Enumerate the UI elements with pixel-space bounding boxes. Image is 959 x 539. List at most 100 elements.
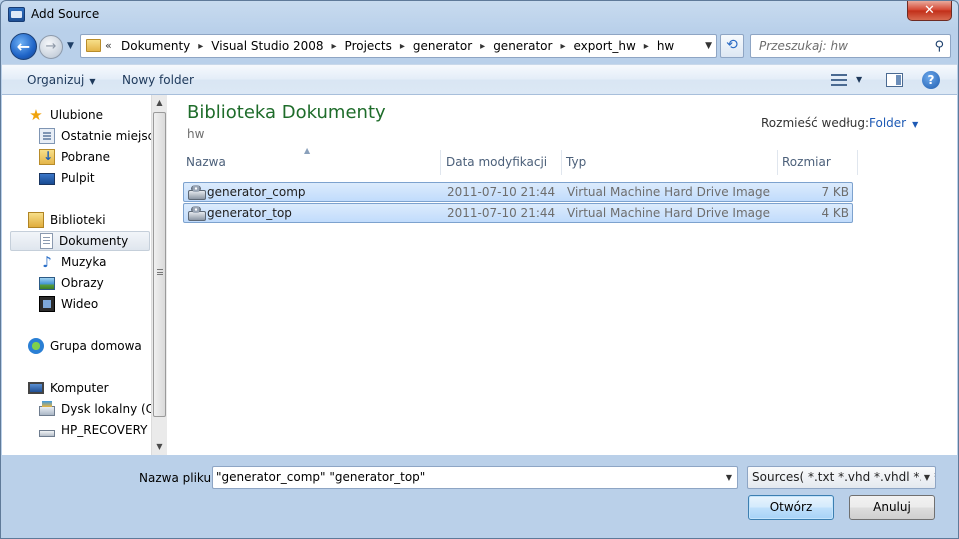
chevron-right-icon[interactable]: ▸ [560, 39, 565, 54]
libraries-icon [28, 212, 44, 228]
organize-button[interactable]: Organizuj ▼ [27, 73, 95, 87]
recovery-drive-icon [39, 429, 55, 437]
sidebar-item-favorites[interactable]: ★ Ulubione [28, 105, 103, 125]
chevron-down-icon: ▼ [89, 77, 96, 86]
sidebar-item-pictures[interactable]: Obrazy [39, 273, 104, 293]
sidebar-item-local-disk[interactable]: Dysk lokalny (C:) [39, 399, 163, 419]
downloads-icon [39, 149, 55, 165]
scroll-up-icon[interactable]: ▲ [152, 95, 167, 111]
address-dropdown-icon[interactable]: ▼ [705, 41, 712, 51]
sidebar-item-label: Pobrane [61, 150, 111, 164]
chevron-down-icon: ▼ [912, 120, 919, 129]
search-box[interactable]: ⚲ [750, 34, 951, 58]
column-header-size[interactable]: Rozmiar [778, 150, 858, 175]
breadcrumb: Dokumenty ▸ Visual Studio 2008 ▸ Project… [121, 39, 674, 54]
refresh-icon: ⟲ [726, 37, 738, 53]
back-button[interactable]: ← [10, 33, 37, 60]
chevron-right-icon[interactable]: ▸ [644, 39, 649, 54]
sidebar-item-documents[interactable]: Dokumenty [10, 231, 150, 251]
column-header-type[interactable]: Typ [562, 150, 778, 175]
file-list-pane: Biblioteka Dokumenty hw Rozmieść według:… [167, 95, 957, 455]
file-type-filter[interactable]: Sources( *.txt *.vhd *.vhdl *.v *.l ▼ [747, 466, 936, 489]
filename-label: Nazwa pliku: [139, 471, 216, 485]
pictures-icon [39, 277, 55, 290]
forward-button[interactable]: → [39, 35, 63, 59]
sidebar-item-recent-places[interactable]: Ostatnie miejsca [39, 126, 162, 146]
navigation-pane: ★ Ulubione Ostatnie miejsca Pobrane Pulp… [2, 95, 167, 455]
table-row[interactable]: generator_top 2011-07-10 21:44 Virtual M… [183, 203, 853, 223]
open-button[interactable]: Otwórz [748, 495, 834, 520]
sidebar-item-hp-recovery[interactable]: HP_RECOVERY (D [39, 420, 149, 440]
new-folder-button[interactable]: Nowy folder [122, 73, 194, 87]
file-modified: 2011-07-10 21:44 [447, 185, 556, 199]
file-type: Virtual Machine Hard Drive Image [567, 185, 770, 199]
chevron-down-icon[interactable]: ▼ [726, 473, 732, 482]
chevron-right-icon[interactable]: ▸ [480, 39, 485, 54]
sidebar-item-label: Ulubione [50, 108, 104, 122]
sidebar-item-video[interactable]: Wideo [39, 294, 98, 314]
search-icon[interactable]: ⚲ [934, 39, 944, 54]
sidebar-item-label: Komputer [50, 381, 109, 395]
computer-icon [28, 382, 44, 394]
preview-pane-icon[interactable] [886, 73, 903, 87]
recent-pages-dropdown-icon[interactable]: ▼ [67, 41, 74, 51]
filename-input[interactable] [216, 470, 711, 484]
nav-scrollbar[interactable]: ▲ ▼ [151, 95, 167, 455]
filename-combobox[interactable]: ▼ [212, 466, 738, 489]
arrange-by-value: Folder [869, 116, 907, 130]
sidebar-item-label: Muzyka [61, 255, 107, 269]
sidebar-item-label: Dysk lokalny (C:) [61, 402, 163, 416]
column-header-date[interactable]: Data modyfikacji [442, 150, 562, 175]
search-input[interactable] [759, 39, 929, 53]
scrollbar-thumb[interactable] [153, 112, 166, 417]
chevron-right-icon[interactable]: ▸ [198, 39, 203, 54]
file-size: 4 KB [821, 206, 849, 220]
table-row[interactable]: generator_comp 2011-07-10 21:44 Virtual … [183, 182, 853, 202]
close-button[interactable]: ✕ [907, 1, 952, 21]
cancel-button[interactable]: Anuluj [849, 495, 935, 520]
sidebar-item-label: Biblioteki [50, 213, 106, 227]
breadcrumb-item[interactable]: Visual Studio 2008 [211, 39, 323, 54]
breadcrumb-item[interactable]: generator [493, 39, 552, 54]
recent-places-icon [39, 128, 55, 144]
homegroup-icon [28, 338, 44, 354]
organize-label: Organizuj [27, 73, 85, 87]
help-icon[interactable]: ? [922, 71, 940, 89]
vhd-file-icon [188, 206, 206, 221]
chevron-right-icon[interactable]: ▸ [332, 39, 337, 54]
breadcrumb-item[interactable]: Projects [345, 39, 392, 54]
arrange-by-label: Rozmieść według: [761, 116, 869, 130]
sidebar-item-label: Ostatnie miejsca [61, 129, 162, 143]
desktop-icon [39, 173, 55, 185]
column-header-name[interactable]: Nazwa [182, 150, 441, 175]
sidebar-item-desktop[interactable]: Pulpit [39, 168, 95, 188]
chevron-right-icon[interactable]: ▸ [400, 39, 405, 54]
breadcrumb-item[interactable]: generator [413, 39, 472, 54]
sidebar-item-music[interactable]: ♪ Muzyka [39, 252, 106, 272]
breadcrumb-item[interactable]: hw [657, 39, 674, 54]
breadcrumb-overflow-icon[interactable]: « [105, 39, 112, 52]
address-bar[interactable]: « Dokumenty ▸ Visual Studio 2008 ▸ Proje… [80, 34, 717, 58]
breadcrumb-item[interactable]: export_hw [573, 39, 635, 54]
breadcrumb-item[interactable]: Dokumenty [121, 39, 190, 54]
file-name: generator_top [207, 206, 292, 220]
app-icon [8, 7, 25, 22]
chevron-down-icon[interactable]: ▼ [920, 467, 930, 488]
sidebar-item-homegroup[interactable]: Grupa domowa [28, 336, 142, 356]
scroll-down-icon[interactable]: ▼ [152, 439, 167, 455]
arrange-by-dropdown[interactable]: Folder ▼ [869, 116, 918, 130]
view-dropdown-icon[interactable]: ▼ [856, 75, 862, 84]
sidebar-item-downloads[interactable]: Pobrane [39, 147, 110, 167]
folder-icon [86, 39, 101, 52]
title-bar[interactable]: Add Source ✕ [1, 1, 958, 29]
music-icon: ♪ [42, 253, 52, 271]
sidebar-item-libraries[interactable]: Biblioteki [28, 210, 106, 230]
file-type: Virtual Machine Hard Drive Image [567, 206, 770, 220]
file-modified: 2011-07-10 21:44 [447, 206, 556, 220]
local-disk-icon [39, 401, 55, 416]
sidebar-item-computer[interactable]: Komputer [28, 378, 109, 398]
view-options-icon[interactable] [831, 74, 847, 86]
refresh-button[interactable]: ⟲ [720, 34, 744, 58]
sidebar-item-label: Wideo [61, 297, 99, 311]
command-bar: Organizuj ▼ Nowy folder ▼ ? [2, 64, 957, 95]
